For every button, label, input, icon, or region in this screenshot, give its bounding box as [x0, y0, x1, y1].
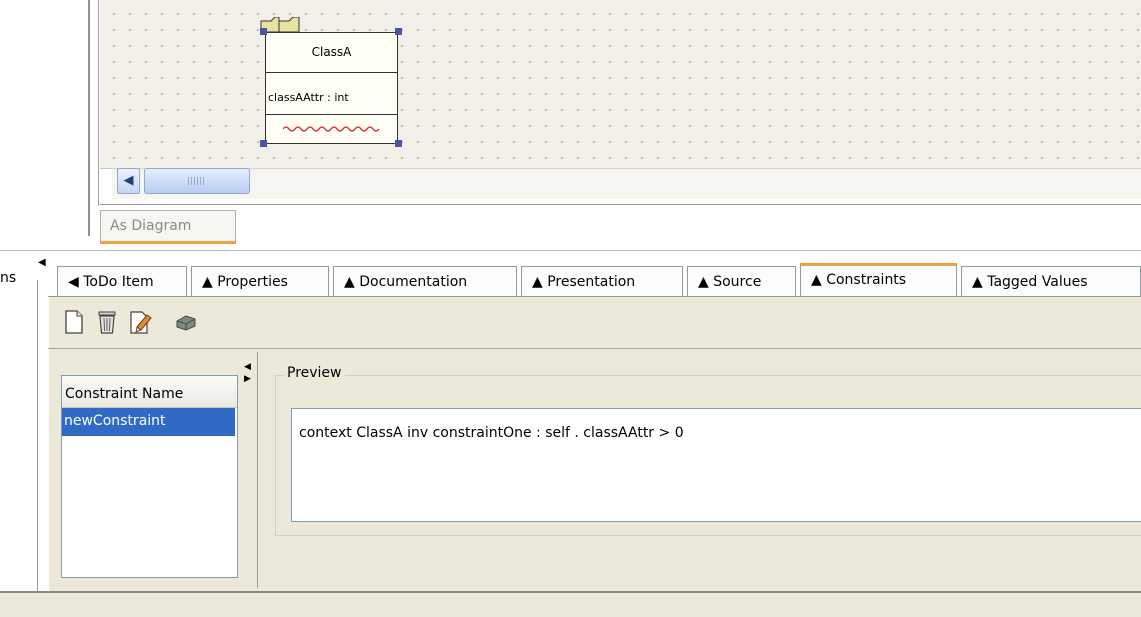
- details-left-border: [37, 280, 38, 592]
- constraint-name-header[interactable]: Constraint Name: [62, 376, 237, 408]
- class-divider: [266, 72, 397, 73]
- diagram-canvas[interactable]: [100, 0, 1141, 169]
- class-attribute[interactable]: classAAttr : int: [266, 91, 399, 104]
- diagram-separator: [100, 204, 1141, 205]
- tab-documentation[interactable]: ▲ Documentation: [333, 266, 517, 297]
- scroll-left-button[interactable]: ◀: [117, 168, 140, 194]
- selection-handle[interactable]: [395, 28, 402, 35]
- selection-handle[interactable]: [395, 140, 402, 147]
- tab-as-diagram[interactable]: As Diagram: [100, 210, 236, 244]
- new-document-icon[interactable]: [62, 309, 86, 335]
- tab-constraints[interactable]: ▲ Constraints: [800, 263, 957, 297]
- status-bar: [0, 593, 1141, 617]
- preview-text[interactable]: context ClassA inv constraintOne : self …: [299, 425, 684, 441]
- selection-handle[interactable]: [260, 140, 267, 147]
- class-name[interactable]: ClassA: [266, 45, 397, 59]
- tab-tagged-values[interactable]: ▲ Tagged Values: [961, 266, 1141, 297]
- tab-todo-item[interactable]: ◀ ToDo Item: [57, 266, 187, 297]
- tab-source[interactable]: ▲ Source: [687, 266, 796, 297]
- list-item[interactable]: newConstraint: [62, 408, 235, 436]
- left-gutter: [0, 0, 89, 236]
- horizontal-scrollbar[interactable]: [112, 168, 1141, 199]
- selection-handle[interactable]: [260, 28, 267, 35]
- tab-presentation[interactable]: ▲ Presentation: [521, 266, 683, 297]
- trash-icon[interactable]: [95, 309, 119, 335]
- edit-icon[interactable]: [128, 309, 152, 335]
- preview-label: Preview: [284, 365, 345, 381]
- collapse-arrow-icon[interactable]: ◀: [38, 257, 46, 268]
- tabs-underline: [48, 296, 1141, 297]
- details-divider: [0, 250, 1141, 251]
- cube-icon[interactable]: [174, 309, 198, 335]
- splitter-arrows-icon[interactable]: ◀ ▶: [244, 361, 258, 397]
- collapsed-panel-label[interactable]: ns: [0, 270, 16, 286]
- tab-properties[interactable]: ▲ Properties: [191, 266, 329, 297]
- scroll-grip-icon: [188, 177, 204, 185]
- canvas-left-border: [98, 0, 99, 206]
- error-wavy-underline: [283, 126, 380, 132]
- left-panel-border: [88, 0, 90, 236]
- toolbar-separator: [48, 348, 1141, 349]
- class-divider: [266, 114, 397, 115]
